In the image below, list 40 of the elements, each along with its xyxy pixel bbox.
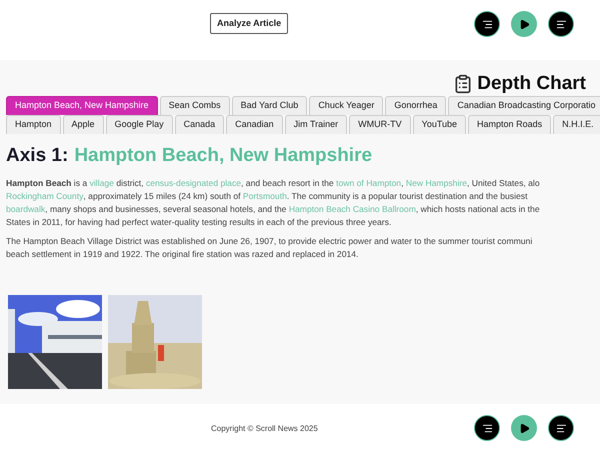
axis-label: Axis 1: <box>6 144 68 168</box>
align-left-button[interactable] <box>548 11 574 37</box>
play-button[interactable] <box>511 11 537 37</box>
paragraph-line: States in 2011, for having had perfect water-quality testing results in each of the previous three years. <box>6 216 392 228</box>
clipboard-icon <box>453 74 474 94</box>
topic-tab[interactable]: Gonorrhea <box>385 96 446 115</box>
align-left-button[interactable] <box>548 415 574 441</box>
analyze-article-button[interactable]: Analyze Article <box>210 13 288 34</box>
play-icon <box>518 422 530 434</box>
play-icon <box>518 18 530 30</box>
topic-tab[interactable]: Bad Yard Club <box>232 96 308 115</box>
topic-tab[interactable]: Google Play <box>106 115 173 134</box>
paragraph-line: beach settlement in 1919 and 1922. The original fire station was razed and replaced in 2014. <box>6 248 358 260</box>
topic-tab[interactable]: WMUR-TV <box>349 115 411 134</box>
article-heading: Hampton Beach, New Hampshire <box>74 144 372 168</box>
play-button[interactable] <box>511 415 537 441</box>
align-right-button[interactable] <box>474 415 500 441</box>
topic-tab[interactable]: Canadian <box>226 115 283 134</box>
align-right-button[interactable] <box>474 11 500 37</box>
align-left-icon <box>556 422 566 434</box>
align-left-icon <box>556 18 566 30</box>
topic-tab[interactable]: Apple <box>62 115 104 134</box>
align-right-icon <box>482 18 492 30</box>
topic-tab[interactable]: Jim Trainer <box>284 115 348 134</box>
topic-tab[interactable]: Hampton Roads <box>468 115 552 134</box>
topic-tab[interactable]: Canadian Broadcasting Corporatio <box>448 96 600 115</box>
paragraph-line: The Hampton Beach Village District was established on June 26, 1907, to provide electric power and water to the summer tourist communi <box>6 234 532 248</box>
topic-tab[interactable]: Canada <box>174 115 224 134</box>
topic-tab[interactable]: Hampton <box>6 115 61 134</box>
topic-tab[interactable]: Chuck Yeager <box>309 96 384 115</box>
topic-tab[interactable]: Sean Combs <box>160 96 230 115</box>
topic-tab[interactable]: Hampton Beach, New Hampshire <box>6 96 158 115</box>
align-right-icon <box>482 422 492 434</box>
paragraph-line: boardwalk, many shops and businesses, several seasonal hotels, and the Hampton Beach Casino Ballroom, which hosts national acts in the <box>6 202 540 216</box>
paragraph-line: Rockingham County, approximately 15 miles (24 km) south of Portsmouth. The community is a popular tourist destination and the busiest <box>6 190 528 202</box>
topic-tab[interactable]: N.H.I.E. <box>553 115 600 134</box>
paragraph-line: Hampton Beach is a village district, census-designated place, and beach resort in the town of Hampton, New Hampshire, United States, alo <box>6 176 540 190</box>
copyright-text: Copyright © Scroll News 2025 <box>211 423 318 435</box>
depth-chart-title: Depth Chart <box>477 72 586 96</box>
topic-tab[interactable]: YouTube <box>412 115 466 134</box>
